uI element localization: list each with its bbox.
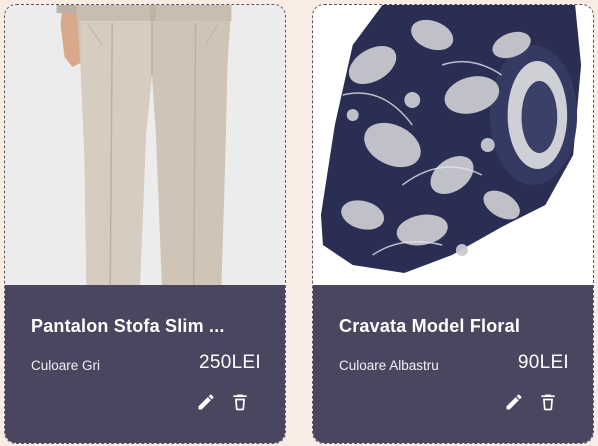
product-actions: [503, 391, 559, 413]
product-image-trousers[interactable]: [5, 5, 285, 285]
edit-icon[interactable]: [195, 391, 217, 413]
delete-icon[interactable]: [537, 391, 559, 413]
product-image-tie[interactable]: [313, 5, 593, 285]
product-color: Culoare Gri: [31, 358, 101, 373]
product-title[interactable]: Cravata Model Floral: [339, 316, 575, 337]
delete-icon[interactable]: [229, 391, 251, 413]
product-info: Cravata Model Floral Culoare Albastru 90…: [313, 285, 593, 443]
product-card[interactable]: Pantalon Stofa Slim ... Culoare Gri 250L…: [4, 4, 286, 444]
product-info: Pantalon Stofa Slim ... Culoare Gri 250L…: [5, 285, 285, 443]
product-price: 90LEI: [517, 352, 569, 373]
product-card[interactable]: Cravata Model Floral Culoare Albastru 90…: [312, 4, 594, 444]
product-grid: Pantalon Stofa Slim ... Culoare Gri 250L…: [0, 0, 598, 446]
product-price: 250LEI: [198, 352, 261, 373]
product-actions: [195, 391, 251, 413]
product-title[interactable]: Pantalon Stofa Slim ...: [31, 316, 267, 337]
edit-icon[interactable]: [503, 391, 525, 413]
product-color: Culoare Albastru: [339, 358, 439, 373]
